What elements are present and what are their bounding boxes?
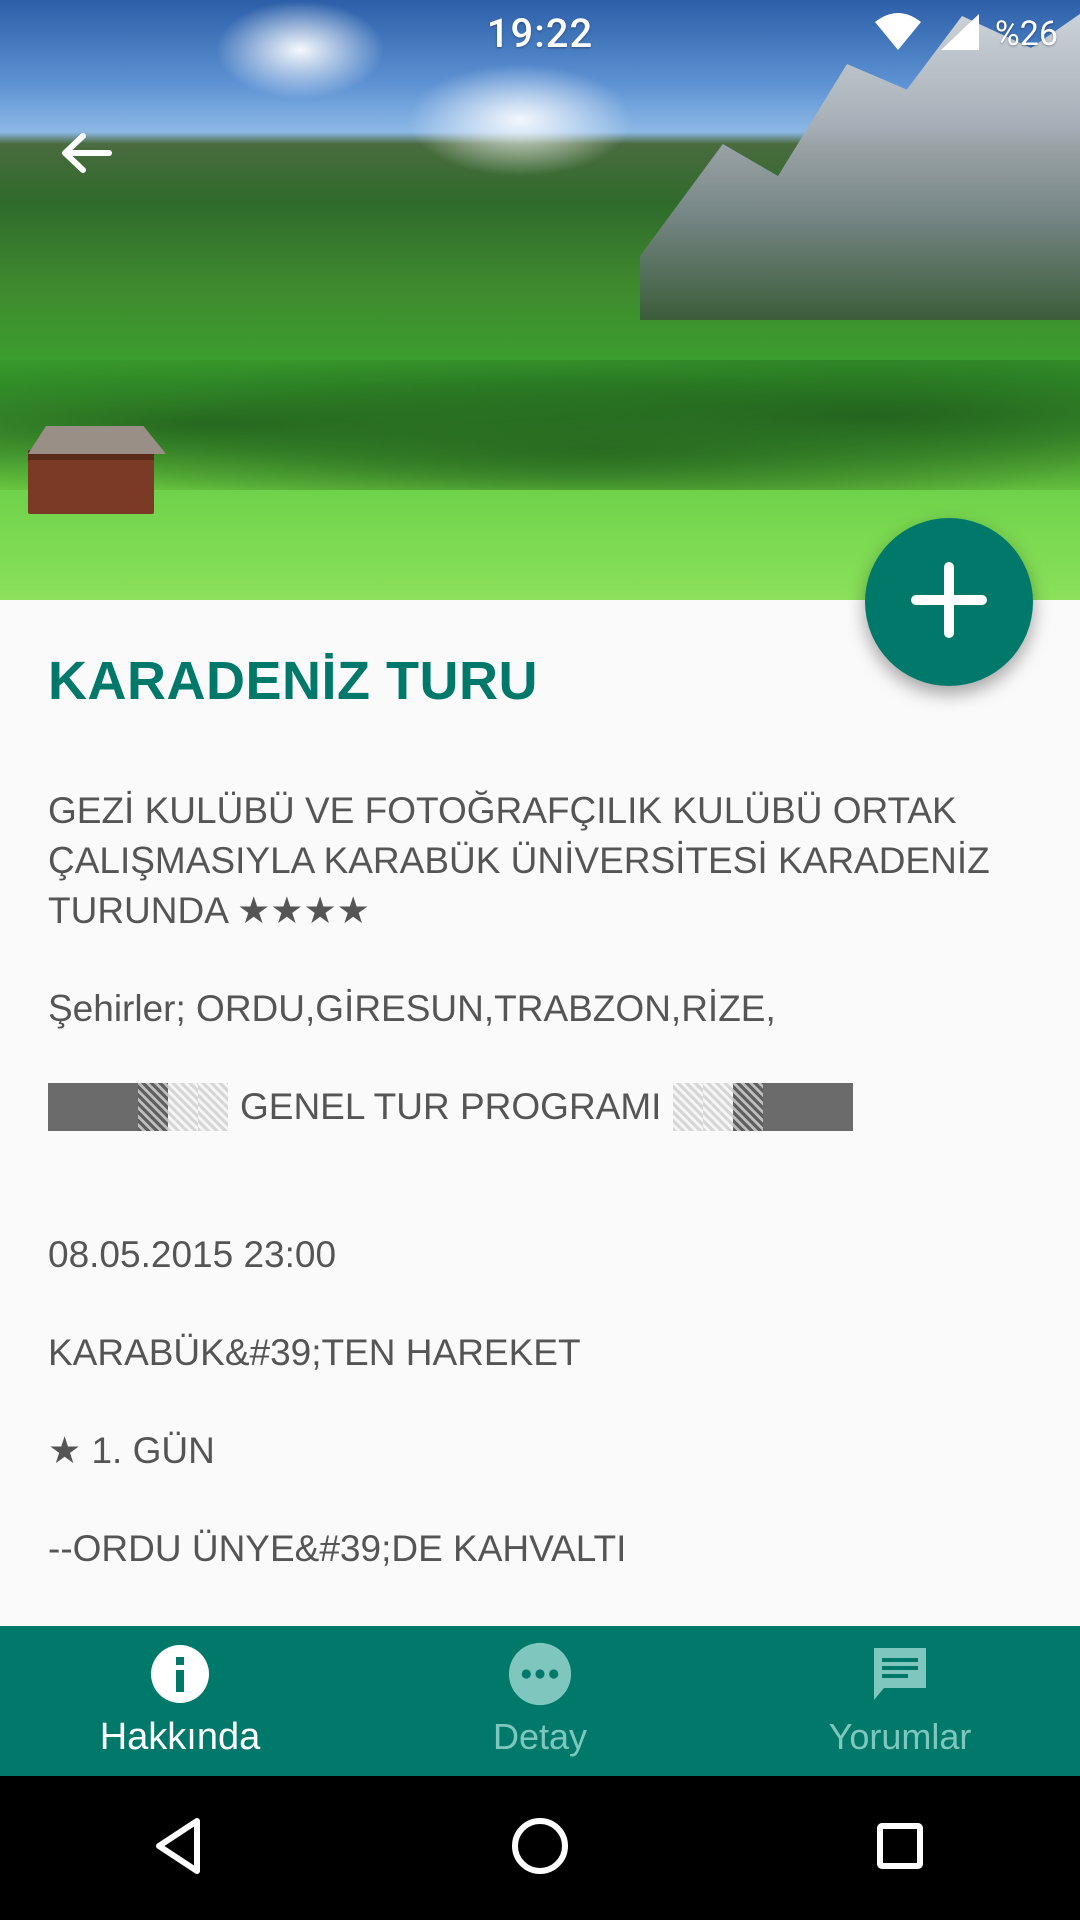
- back-button[interactable]: [50, 125, 120, 185]
- program-heading: GENEL TUR PROGRAMI: [240, 1086, 662, 1127]
- tour-content: KARADENİZ TURU GEZİ KULÜBÜ VE FOTOĞRAFÇI…: [48, 650, 1032, 1622]
- tab-detay[interactable]: Detay: [360, 1626, 720, 1776]
- chalet-shape: [28, 450, 154, 514]
- wifi-icon: [873, 12, 923, 56]
- tab-yorumlar[interactable]: Yorumlar: [720, 1626, 1080, 1776]
- departure-line: KARABÜK&#39;TEN HAREKET: [48, 1332, 581, 1373]
- tour-datetime: 08.05.2015 23:00: [48, 1234, 337, 1275]
- status-bar: 19:22 %26: [0, 0, 1080, 72]
- program-heading-row: GENEL TUR PROGRAMI: [48, 1082, 1032, 1132]
- system-recents-button[interactable]: [840, 1788, 960, 1908]
- add-button[interactable]: [865, 518, 1033, 686]
- day-1-line: ★ 1. GÜN: [48, 1430, 215, 1471]
- arrow-back-icon: [57, 128, 113, 182]
- header-image: [0, 0, 1080, 600]
- tab-hakkinda[interactable]: Hakkında: [0, 1626, 360, 1776]
- status-icons: %26: [873, 12, 1058, 56]
- decor-right: [673, 1083, 854, 1131]
- breakfast-line: --ORDU ÜNYE&#39;DE KAHVALTI: [48, 1528, 627, 1569]
- tab-yorumlar-label: Yorumlar: [828, 1716, 972, 1757]
- cities-line: Şehirler; ORDU,GİRESUN,TRABZON,RİZE,: [48, 988, 776, 1029]
- more-dots-icon: [508, 1642, 572, 1706]
- nav-recents-icon: [865, 1811, 935, 1885]
- tour-intro: GEZİ KULÜBÜ VE FOTOĞRAFÇILIK KULÜBÜ ORTA…: [48, 790, 990, 931]
- system-back-button[interactable]: [120, 1788, 240, 1908]
- tour-title: KARADENİZ TURU: [48, 651, 538, 711]
- signal-icon: [937, 12, 981, 56]
- comment-icon: [868, 1642, 932, 1706]
- decor-left: [48, 1083, 228, 1131]
- bottom-navigation: Hakkında Detay Yorumlar: [0, 1626, 1080, 1776]
- nav-home-icon: [505, 1811, 575, 1885]
- nav-back-icon: [145, 1811, 215, 1885]
- plus-icon: [910, 561, 988, 643]
- tab-hakkinda-label: Hakkında: [99, 1716, 261, 1758]
- battery-text: %26: [994, 14, 1058, 54]
- system-navigation-bar: [0, 1776, 1080, 1920]
- info-icon: [148, 1642, 212, 1706]
- tab-detay-label: Detay: [492, 1716, 588, 1757]
- system-home-button[interactable]: [480, 1788, 600, 1908]
